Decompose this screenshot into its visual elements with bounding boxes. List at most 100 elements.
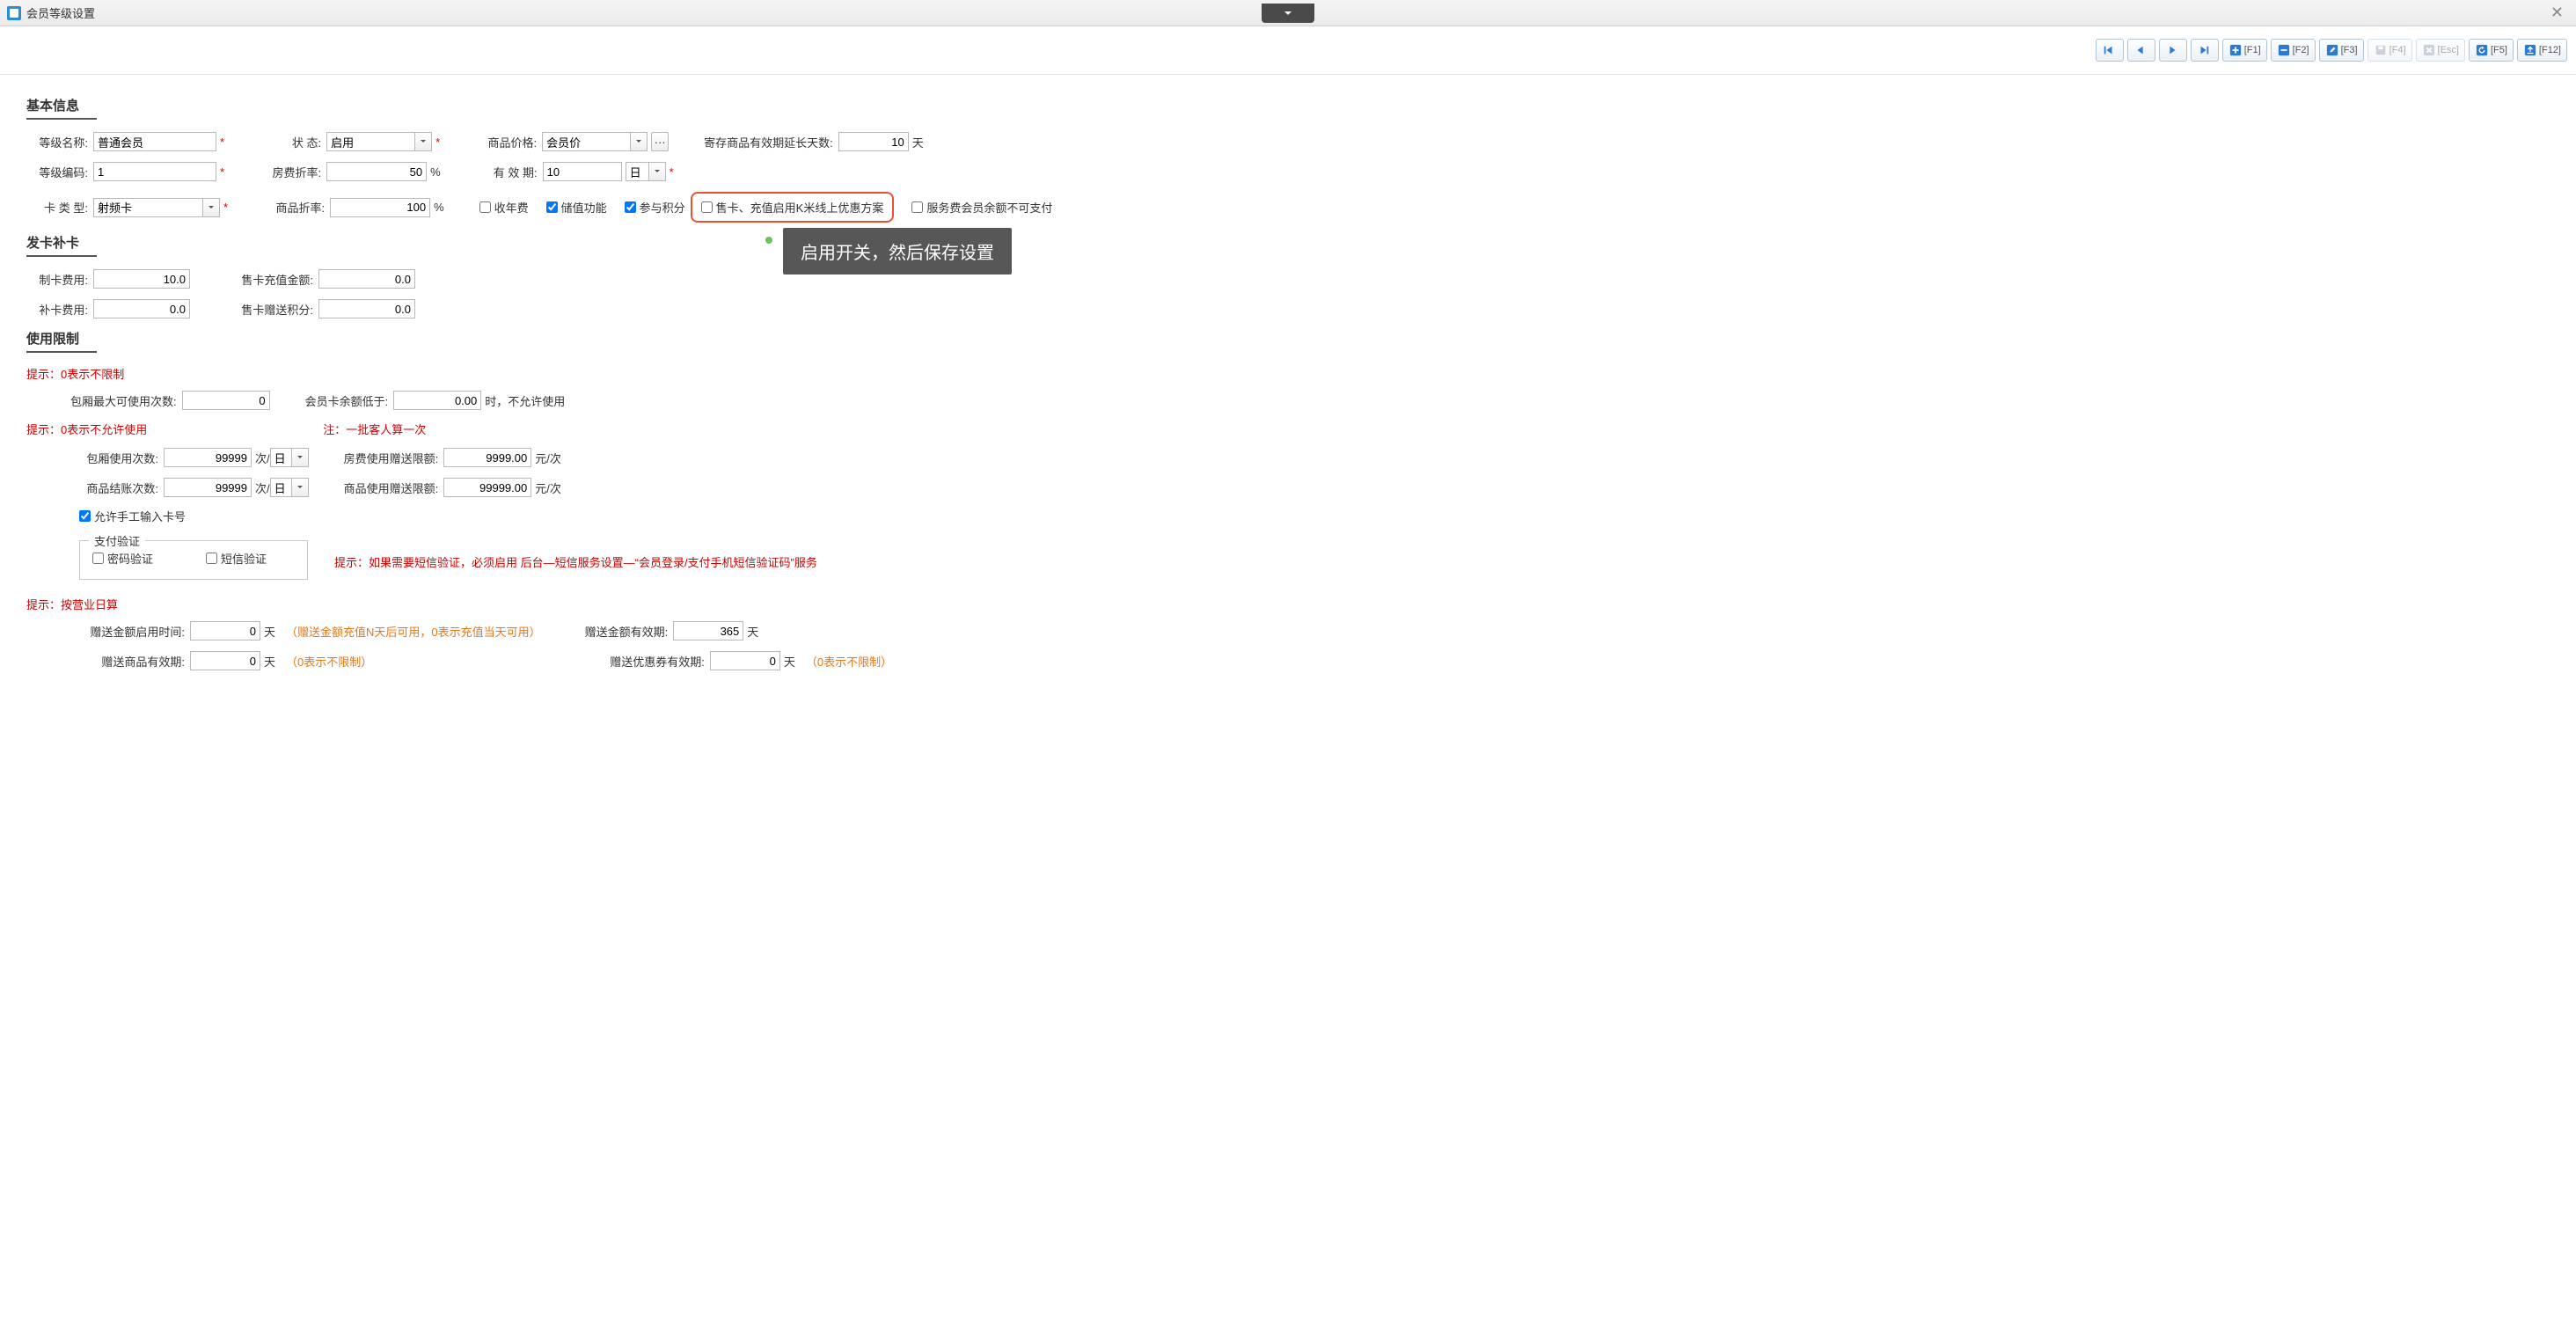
goods-gift-input[interactable] <box>443 478 531 497</box>
chevron-down-icon <box>1283 8 1293 18</box>
kmi-promo-highlight: 售卡、充值启用K米线上优惠方案 <box>691 192 895 223</box>
room-discount-input[interactable] <box>326 162 427 181</box>
callout-dot-icon <box>765 237 772 244</box>
level-code-label: 等级编码: <box>26 164 88 180</box>
room-gift-input[interactable] <box>443 448 531 467</box>
points-checkbox[interactable]: 参与积分 <box>625 199 685 216</box>
first-icon <box>2102 43 2116 57</box>
valid-unit-select[interactable] <box>626 162 666 181</box>
sell-points-input[interactable] <box>318 299 415 318</box>
make-fee-input[interactable] <box>93 269 190 289</box>
hint-bizday: 提示：按营业日算 <box>26 596 2550 612</box>
gift-valid-input[interactable] <box>673 621 743 641</box>
level-code-input[interactable] <box>93 162 216 181</box>
window-title: 会员等级设置 <box>26 4 95 21</box>
chevron-down-icon[interactable] <box>414 132 432 151</box>
kmi-promo-checkbox[interactable]: 售卡、充值启用K米线上优惠方案 <box>701 199 884 216</box>
edit-button[interactable]: [F3] <box>2319 39 2364 62</box>
gift-valid-label: 赠送金额有效期: <box>585 623 669 640</box>
deposit-ext-label: 寄存商品有效期延长天数: <box>704 134 833 150</box>
balance-low-input[interactable] <box>393 391 481 410</box>
section-card-title: 发卡补卡 <box>26 233 97 257</box>
deposit-ext-input[interactable] <box>838 132 909 151</box>
cancel-button: [Esc] <box>2416 39 2465 62</box>
card-type-label: 卡 类 型: <box>26 199 88 216</box>
goods-price-select[interactable] <box>542 132 648 151</box>
last-icon <box>2197 43 2211 57</box>
chevron-down-icon[interactable] <box>202 198 220 217</box>
gift-enable-label: 赠送金额启用时间: <box>70 623 185 640</box>
manual-card-checkbox[interactable]: 允许手工输入卡号 <box>79 508 186 524</box>
replace-fee-label: 补卡费用: <box>26 301 88 318</box>
goods-discount-input[interactable] <box>330 198 430 217</box>
goods-price-more-button[interactable]: ··· <box>651 132 669 151</box>
pay-verify-fieldset: 支付验证 密码验证 短信验证 <box>79 540 308 580</box>
gift-goods-valid-input[interactable] <box>190 651 260 670</box>
zero-unlimited-2: （0表示不限制） <box>806 653 892 670</box>
chevron-down-icon[interactable] <box>291 448 309 467</box>
callout: 启用开关，然后保存设置 <box>783 228 1012 275</box>
close-button[interactable]: ✕ <box>2545 4 2569 22</box>
level-name-label: 等级名称: <box>26 134 88 150</box>
coupon-valid-label: 赠送优惠券有效期: <box>610 653 705 670</box>
level-name-input[interactable] <box>93 132 216 151</box>
toolbar: [F1] [F2] [F3] [F4] [Esc] [F5] [F12] <box>2096 39 2567 62</box>
chevron-down-icon[interactable] <box>648 162 666 181</box>
refresh-button[interactable]: [F5] <box>2469 39 2514 62</box>
status-select[interactable] <box>326 132 432 151</box>
make-fee-label: 制卡费用: <box>26 271 88 288</box>
prev-button[interactable] <box>2127 39 2155 62</box>
box-use-unit-select[interactable] <box>270 448 309 467</box>
sell-points-label: 售卡赠送积分: <box>225 301 313 318</box>
hint-unlimited: 提示：0表示不限制 <box>26 365 2550 382</box>
card-type-select[interactable] <box>93 198 220 217</box>
chevron-down-icon[interactable] <box>291 478 309 497</box>
coupon-valid-input[interactable] <box>710 651 780 670</box>
replace-fee-input[interactable] <box>93 299 190 318</box>
prev-icon <box>2133 43 2148 57</box>
pwd-verify-checkbox[interactable]: 密码验证 <box>92 550 153 567</box>
plus-icon <box>2228 43 2243 57</box>
refresh-icon <box>2475 43 2489 57</box>
content: 基本信息 等级名称:* 状 态:* 商品价格:··· 寄存商品有效期延长天数:天… <box>0 75 2576 716</box>
last-button[interactable] <box>2191 39 2219 62</box>
section-limit-title: 使用限制 <box>26 329 97 353</box>
dropdown-tab[interactable] <box>1262 4 1314 23</box>
sms-hint: 提示：如果需要短信验证，必须启用 后台—短信服务设置—“会员登录/支付手机短信验… <box>334 553 817 570</box>
titlebar: 会员等级设置 ✕ <box>0 0 2576 26</box>
goods-settle-label: 商品结账次数: <box>70 479 158 496</box>
goods-gift-label: 商品使用赠送限额: <box>344 479 439 496</box>
next-button[interactable] <box>2159 39 2187 62</box>
save-icon <box>2374 43 2388 57</box>
stored-value-checkbox[interactable]: 储值功能 <box>546 199 607 216</box>
box-max-input[interactable] <box>182 391 270 410</box>
save-button: [F4] <box>2367 39 2412 62</box>
chevron-down-icon[interactable] <box>630 132 648 151</box>
section-basic-title: 基本信息 <box>26 96 97 120</box>
annual-fee-checkbox[interactable]: 收年费 <box>479 199 529 216</box>
gift-enable-input[interactable] <box>190 621 260 641</box>
remove-button[interactable]: [F2] <box>2271 39 2316 62</box>
balance-low-label: 会员卡余额低于: <box>305 392 389 409</box>
first-button[interactable] <box>2096 39 2124 62</box>
box-use-input[interactable] <box>164 448 252 467</box>
export-button[interactable]: [F12] <box>2517 39 2567 62</box>
room-gift-label: 房费使用赠送限额: <box>344 450 439 466</box>
service-fee-checkbox[interactable]: 服务费会员余额不可支付 <box>911 199 1052 216</box>
add-button[interactable]: [F1] <box>2222 39 2267 62</box>
sms-verify-checkbox[interactable]: 短信验证 <box>206 550 267 567</box>
goods-price-label: 商品价格: <box>475 134 537 150</box>
valid-label: 有 效 期: <box>476 164 538 180</box>
note-batch: 注：一批客人算一次 <box>323 421 426 437</box>
goods-settle-input[interactable] <box>164 478 252 497</box>
gift-goods-valid-label: 赠送商品有效期: <box>70 653 185 670</box>
valid-input[interactable] <box>543 162 622 181</box>
goods-settle-unit-select[interactable] <box>270 478 309 497</box>
sell-recharge-input[interactable] <box>318 269 415 289</box>
status-label: 状 态: <box>260 134 321 150</box>
toolbar-area: [F1] [F2] [F3] [F4] [Esc] [F5] [F12] <box>0 26 2576 75</box>
gift-enable-note: （赠送金额充值N天后可用，0表示充值当天可用） <box>286 623 541 640</box>
next-icon <box>2165 43 2179 57</box>
cancel-icon <box>2422 43 2436 57</box>
box-max-label: 包厢最大可使用次数: <box>70 392 177 409</box>
